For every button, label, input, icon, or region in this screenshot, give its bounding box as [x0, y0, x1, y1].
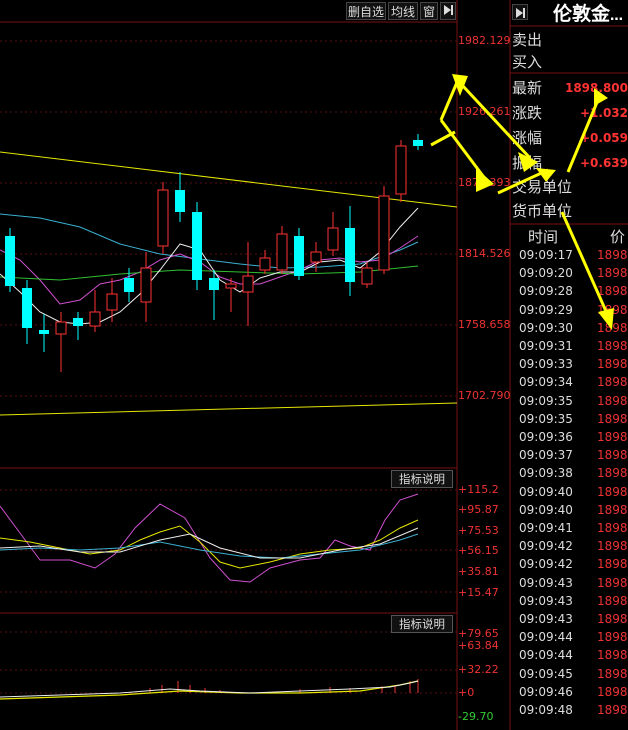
annotation-arrows-overlay [439, 74, 614, 330]
